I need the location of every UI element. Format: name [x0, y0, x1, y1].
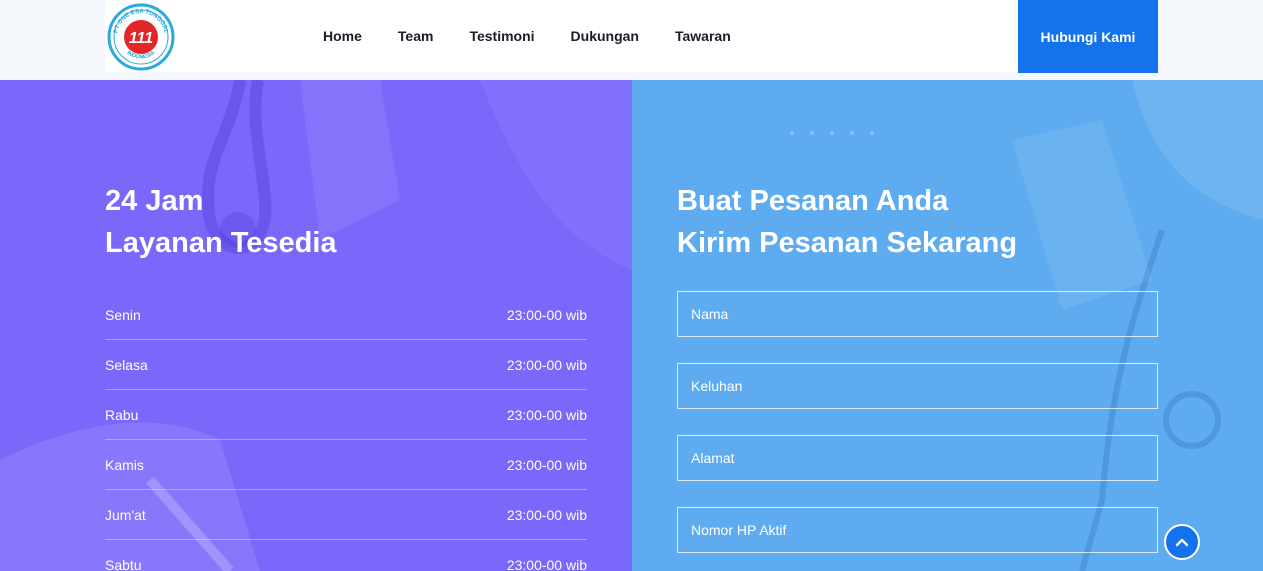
order-title-line2: Kirim Pesanan Sekarang	[677, 227, 1018, 259]
contact-us-button[interactable]: Hubungi Kami	[1018, 0, 1158, 73]
nav-team[interactable]: Team	[398, 28, 434, 44]
chevron-up-icon	[1175, 538, 1189, 547]
order-form	[677, 291, 1158, 571]
name-input[interactable]	[677, 291, 1158, 337]
order-section: Buat Pesanan Anda Kirim Pesanan Sekarang	[632, 80, 1263, 571]
phone-input[interactable]	[677, 507, 1158, 553]
hours-row: Senin 23:00-00 wib	[105, 290, 587, 340]
hours-row: Selasa 23:00-00 wib	[105, 340, 587, 390]
hours-time: 23:00-00 wib	[506, 456, 587, 473]
hours-row: Rabu 23:00-00 wib	[105, 390, 587, 440]
hours-title: 24 Jam Layanan Tesedia	[105, 180, 337, 264]
hours-time: 23:00-00 wib	[506, 356, 587, 373]
site-header: PT ONE ESA TUNGGAL INDONESIA 111 Home Te…	[0, 0, 1263, 80]
hours-row: Sabtu 23:00-00 wib	[105, 540, 587, 571]
address-input[interactable]	[677, 435, 1158, 481]
hours-time: 23:00-00 wib	[506, 406, 587, 423]
hours-day: Senin	[105, 306, 141, 323]
nav-dukungan[interactable]: Dukungan	[571, 28, 639, 44]
complaint-input[interactable]	[677, 363, 1158, 409]
hours-day: Rabu	[105, 406, 139, 423]
nav-home[interactable]: Home	[323, 28, 362, 44]
hours-time: 23:00-00 wib	[506, 306, 587, 323]
hours-day: Sabtu	[105, 557, 142, 571]
hours-day: Jum'at	[105, 506, 146, 523]
hours-list: Senin 23:00-00 wib Selasa 23:00-00 wib Rabu 2…	[105, 290, 587, 571]
company-logo[interactable]: PT ONE ESA TUNGGAL INDONESIA 111	[107, 3, 175, 71]
main-nav: Home Team Testimoni Dukungan Tawaran	[323, 0, 767, 72]
hours-row: Kamis 23:00-00 wib	[105, 440, 587, 490]
hours-time: 23:00-00 wib	[506, 506, 587, 523]
hours-day: Kamis	[105, 456, 144, 473]
hours-title-line1: 24 Jam	[105, 185, 204, 217]
hours-row: Jum'at 23:00-00 wib	[105, 490, 587, 540]
hours-time: 23:00-00 wib	[506, 557, 587, 571]
opening-hours-section: 24 Jam Layanan Tesedia Senin 23:00-00 wib…	[0, 80, 632, 571]
nav-testimoni[interactable]: Testimoni	[469, 28, 534, 44]
order-title: Buat Pesanan Anda Kirim Pesanan Sekarang	[677, 180, 1017, 264]
order-title-line1: Buat Pesanan Anda	[677, 185, 949, 217]
hours-day: Selasa	[105, 356, 148, 373]
scroll-top-button[interactable]	[1164, 524, 1200, 560]
logo-mark: 111	[129, 30, 153, 47]
hours-title-line2: Layanan Tesedia	[105, 227, 337, 259]
nav-tawaran[interactable]: Tawaran	[675, 28, 731, 44]
